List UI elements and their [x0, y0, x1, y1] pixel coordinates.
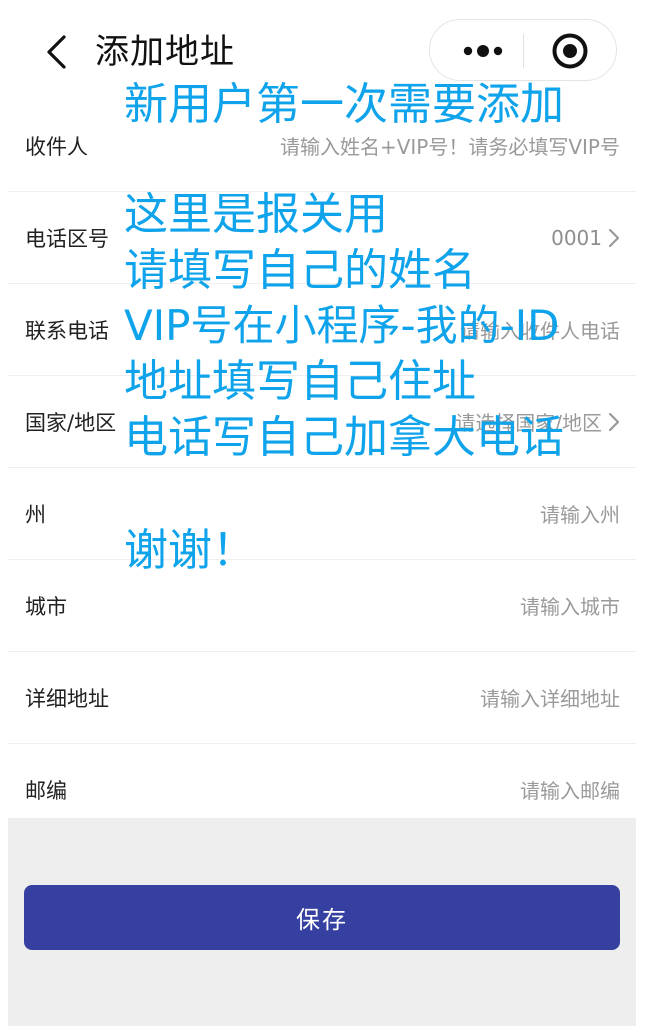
area-code-select[interactable]: 0001: [551, 192, 620, 283]
address-detail-input[interactable]: 请输入详细地址: [480, 652, 620, 743]
save-button[interactable]: 保存: [24, 885, 620, 950]
city-field[interactable]: 城市 请输入城市: [8, 560, 636, 652]
page-title: 添加地址: [95, 32, 235, 72]
city-input[interactable]: 请输入城市: [520, 560, 620, 651]
chevron-right-icon: [608, 412, 620, 432]
state-input[interactable]: 请输入州: [540, 468, 620, 559]
mini-program-capsule: [429, 19, 617, 81]
state-label: 州: [25, 502, 46, 527]
annotation-line-2: 这里是报关用: [124, 189, 388, 240]
annotation-line-7: 谢谢！: [124, 525, 256, 576]
annotation-line-5: 地址填写自己住址: [124, 356, 476, 407]
chevron-right-icon: [608, 228, 620, 248]
address-detail-label: 详细地址: [25, 686, 109, 711]
address-detail-field[interactable]: 详细地址 请输入详细地址: [8, 652, 636, 744]
back-button[interactable]: [36, 30, 76, 74]
annotation-line-3: 请填写自己的姓名: [124, 245, 476, 296]
annotation-line-1: 新用户第一次需要添加: [124, 79, 564, 130]
chevron-left-icon: [47, 35, 66, 69]
annotation-line-4: VIP号在小程序-我的-ID: [124, 301, 560, 350]
annotation-line-6: 电话写自己加拿大电话: [124, 412, 564, 463]
recipient-label: 收件人: [25, 134, 88, 159]
target-circle-icon: [552, 33, 588, 69]
more-button[interactable]: [444, 20, 522, 82]
state-field[interactable]: 州 请输入州: [8, 468, 636, 560]
area-code-value: 0001: [551, 225, 602, 250]
country-label: 国家/地区: [25, 410, 117, 435]
more-dots-icon: [463, 45, 503, 57]
city-label: 城市: [25, 594, 67, 619]
area-code-label: 电话区号: [25, 226, 109, 251]
close-button[interactable]: [538, 20, 602, 82]
capsule-divider: [523, 34, 524, 68]
phone-label: 联系电话: [25, 318, 109, 343]
